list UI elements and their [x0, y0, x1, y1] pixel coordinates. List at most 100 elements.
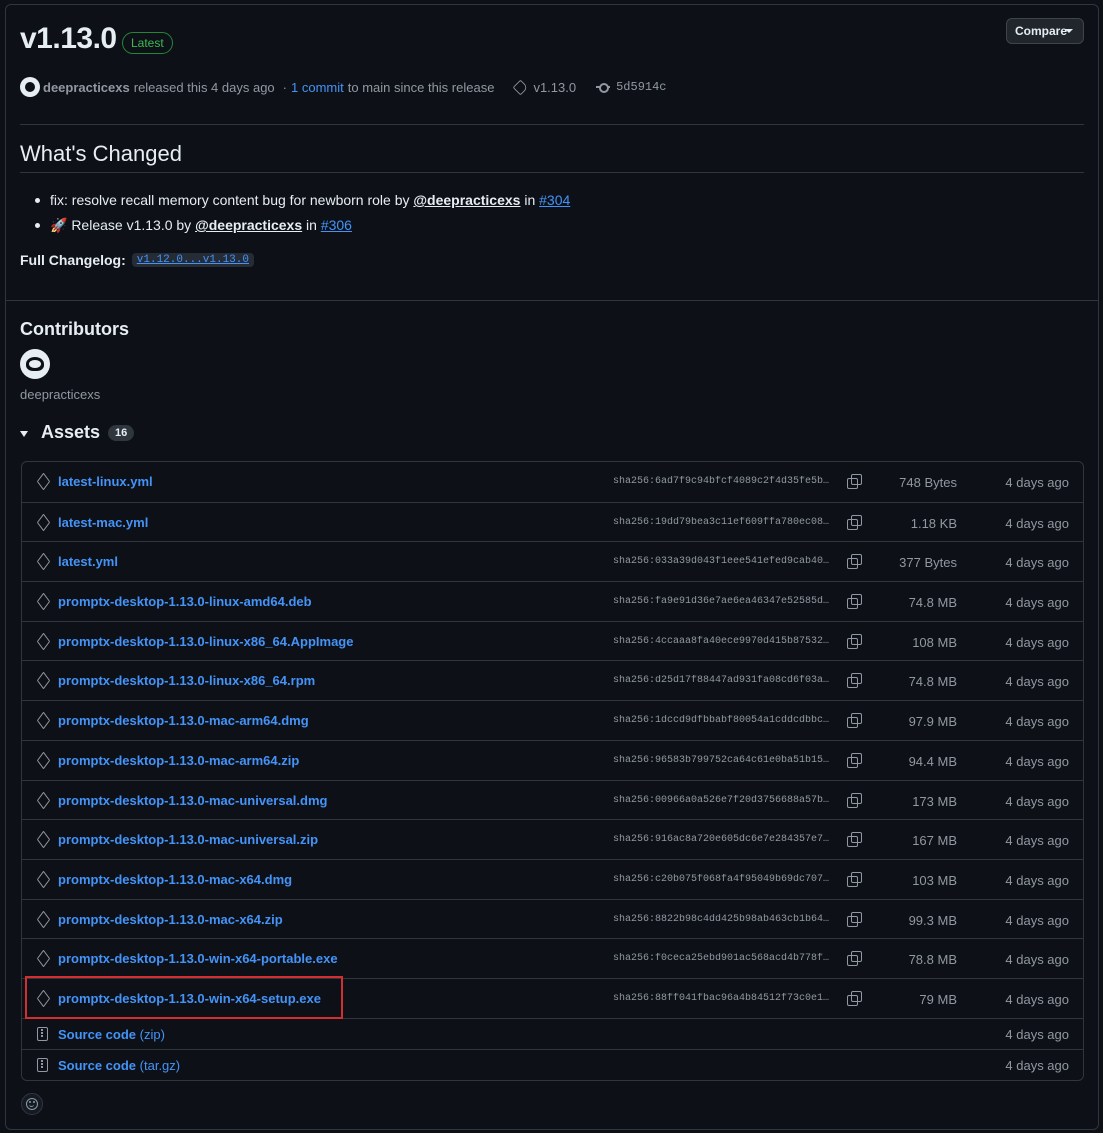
- user-mention-link[interactable]: @deepracticexs: [195, 217, 302, 233]
- asset-sha: sha256:19dd79bea3c11ef609ffa780ec084…: [613, 516, 835, 528]
- contributor-name: deepracticexs: [20, 387, 101, 402]
- asset-size: 97.9 MB: [908, 714, 957, 730]
- asset-row: promptx-desktop-1.13.0-mac-x64.dmg sha256…: [22, 858, 1083, 899]
- asset-size: 99.3 MB: [908, 912, 957, 928]
- asset-size: 78.8 MB: [908, 952, 957, 968]
- assets-toggle[interactable]: Assets 16: [20, 422, 135, 443]
- package-icon: [37, 555, 49, 568]
- asset-row: promptx-desktop-1.13.0-linux-x86_64.rpm s…: [22, 660, 1083, 700]
- change-text: in: [520, 192, 540, 208]
- asset-download-link[interactable]: promptx-desktop-1.13.0-mac-arm64.dmg: [58, 713, 309, 728]
- changelog-compare-link[interactable]: v1.12.0...v1.13.0: [131, 253, 254, 267]
- copy-icon[interactable]: [847, 594, 862, 610]
- source-targz-link[interactable]: Source code (tar.gz): [58, 1058, 180, 1073]
- asset-download-link[interactable]: latest-linux.yml: [58, 474, 153, 489]
- asset-sha: sha256:6ad7f9c94bfcf4089c2f4d35fe5b2…: [613, 476, 835, 487]
- asset-date: 4 days ago: [1005, 1057, 1069, 1073]
- assets-list: latest-linux.yml sha256:6ad7f9c94bfcf4089…: [21, 461, 1084, 1081]
- package-icon: [37, 595, 49, 608]
- copy-icon[interactable]: [847, 554, 862, 570]
- package-icon: [37, 635, 49, 648]
- asset-download-link[interactable]: promptx-desktop-1.13.0-linux-x86_64.AppI…: [58, 634, 353, 649]
- copy-icon[interactable]: [847, 514, 862, 530]
- asset-download-link[interactable]: latest-mac.yml: [58, 515, 148, 530]
- contributor-avatar[interactable]: [20, 349, 50, 379]
- asset-date: 4 days ago: [1005, 634, 1069, 650]
- divider: [20, 124, 1084, 125]
- copy-icon[interactable]: [847, 792, 862, 808]
- tag-link[interactable]: v1.13.0: [533, 80, 576, 95]
- source-row: Source code (tar.gz) 4 days ago: [22, 1048, 1083, 1080]
- package-icon: [37, 833, 49, 846]
- asset-date: 4 days ago: [1005, 991, 1069, 1007]
- user-mention-link[interactable]: @deepracticexs: [413, 192, 520, 208]
- commit-hash-link[interactable]: 5d5914c: [616, 80, 666, 94]
- list-item: 🚀 Release v1.13.0 by @deepracticexs in #…: [34, 215, 570, 240]
- asset-download-link[interactable]: promptx-desktop-1.13.0-linux-amd64.deb: [58, 594, 312, 609]
- copy-icon[interactable]: [847, 911, 862, 927]
- asset-row: latest-mac.yml sha256:19dd79bea3c11ef609f…: [22, 501, 1083, 542]
- assets-heading: Assets: [41, 422, 101, 442]
- latest-badge: Latest: [122, 32, 173, 54]
- source-format: (tar.gz): [139, 1057, 181, 1073]
- asset-date: 4 days ago: [1005, 674, 1069, 690]
- asset-date: 4 days ago: [1005, 872, 1069, 888]
- asset-date: 4 days ago: [1005, 1026, 1069, 1042]
- copy-icon[interactable]: [847, 673, 862, 689]
- copy-icon[interactable]: [847, 832, 862, 848]
- source-label: Source code: [58, 1026, 137, 1042]
- pull-request-link[interactable]: #306: [321, 217, 352, 233]
- asset-download-link[interactable]: promptx-desktop-1.13.0-mac-universal.zip: [58, 832, 318, 847]
- copy-icon[interactable]: [847, 752, 862, 768]
- pull-request-link[interactable]: #304: [539, 192, 570, 208]
- asset-download-link[interactable]: promptx-desktop-1.13.0-mac-universal.dmg: [58, 793, 327, 808]
- add-reaction-button[interactable]: [21, 1093, 43, 1115]
- copy-icon[interactable]: [847, 713, 862, 729]
- copy-icon[interactable]: [847, 871, 862, 887]
- divider: [20, 172, 1084, 173]
- divider: [6, 300, 1099, 301]
- asset-sha: sha256:8822b98c4dd425b98ab463cb1b649…: [613, 913, 835, 925]
- asset-sha: sha256:f0ceca25ebd901ac568acd4b778f7…: [613, 953, 835, 965]
- release-title[interactable]: v1.13.0: [20, 22, 117, 56]
- compare-button[interactable]: Compare: [1006, 18, 1084, 44]
- author-link[interactable]: deepracticexs: [43, 80, 130, 95]
- asset-sha: sha256:fa9e91d36e7ae6ea46347e52585dc…: [613, 596, 835, 608]
- asset-date: 4 days ago: [1005, 793, 1069, 809]
- assets-count-badge: 16: [108, 424, 135, 441]
- package-icon: [37, 992, 49, 1005]
- asset-download-link[interactable]: promptx-desktop-1.13.0-mac-x64.dmg: [58, 872, 292, 887]
- package-icon: [37, 674, 49, 687]
- asset-download-link[interactable]: promptx-desktop-1.13.0-mac-arm64.zip: [58, 753, 299, 768]
- asset-download-link[interactable]: promptx-desktop-1.13.0-linux-x86_64.rpm: [58, 673, 315, 688]
- copy-icon[interactable]: [847, 474, 862, 489]
- copy-icon[interactable]: [847, 951, 862, 967]
- asset-size: 94.4 MB: [908, 753, 957, 769]
- asset-size: 79 MB: [919, 991, 957, 1007]
- asset-row: promptx-desktop-1.13.0-linux-x86_64.AppI…: [22, 620, 1083, 661]
- package-icon: [37, 873, 49, 886]
- package-icon: [37, 475, 49, 488]
- copy-icon[interactable]: [847, 633, 862, 649]
- asset-size: 167 MB: [912, 833, 957, 849]
- asset-row: promptx-desktop-1.13.0-mac-universal.dmg…: [22, 779, 1083, 820]
- whats-changed-heading: What's Changed: [20, 141, 182, 166]
- asset-row: promptx-desktop-1.13.0-win-x64-setup.exe…: [22, 977, 1083, 1018]
- source-label: Source code: [58, 1057, 137, 1073]
- author-avatar[interactable]: [20, 77, 40, 97]
- asset-download-link[interactable]: promptx-desktop-1.13.0-win-x64-portable.…: [58, 951, 338, 966]
- contributors-heading: Contributors: [20, 319, 129, 339]
- source-zip-link[interactable]: Source code (zip): [58, 1027, 165, 1042]
- asset-sha: sha256:d25d17f88447ad931fa08cd6f03af…: [613, 675, 835, 687]
- copy-icon[interactable]: [847, 990, 862, 1006]
- asset-date: 4 days ago: [1005, 595, 1069, 611]
- asset-sha: sha256:1dccd9dfbbabf80054a1cddcdbbc8…: [613, 715, 835, 727]
- package-icon: [37, 754, 49, 767]
- changes-list: fix: resolve recall memory content bug f…: [34, 190, 570, 240]
- asset-download-link[interactable]: latest.yml: [58, 554, 118, 569]
- commit-count-link[interactable]: 1 commit: [291, 80, 344, 95]
- asset-download-link[interactable]: promptx-desktop-1.13.0-win-x64-setup.exe: [58, 991, 321, 1006]
- asset-download-link[interactable]: promptx-desktop-1.13.0-mac-x64.zip: [58, 912, 283, 927]
- chevron-down-icon: [1065, 29, 1073, 33]
- source-format: (zip): [139, 1026, 165, 1042]
